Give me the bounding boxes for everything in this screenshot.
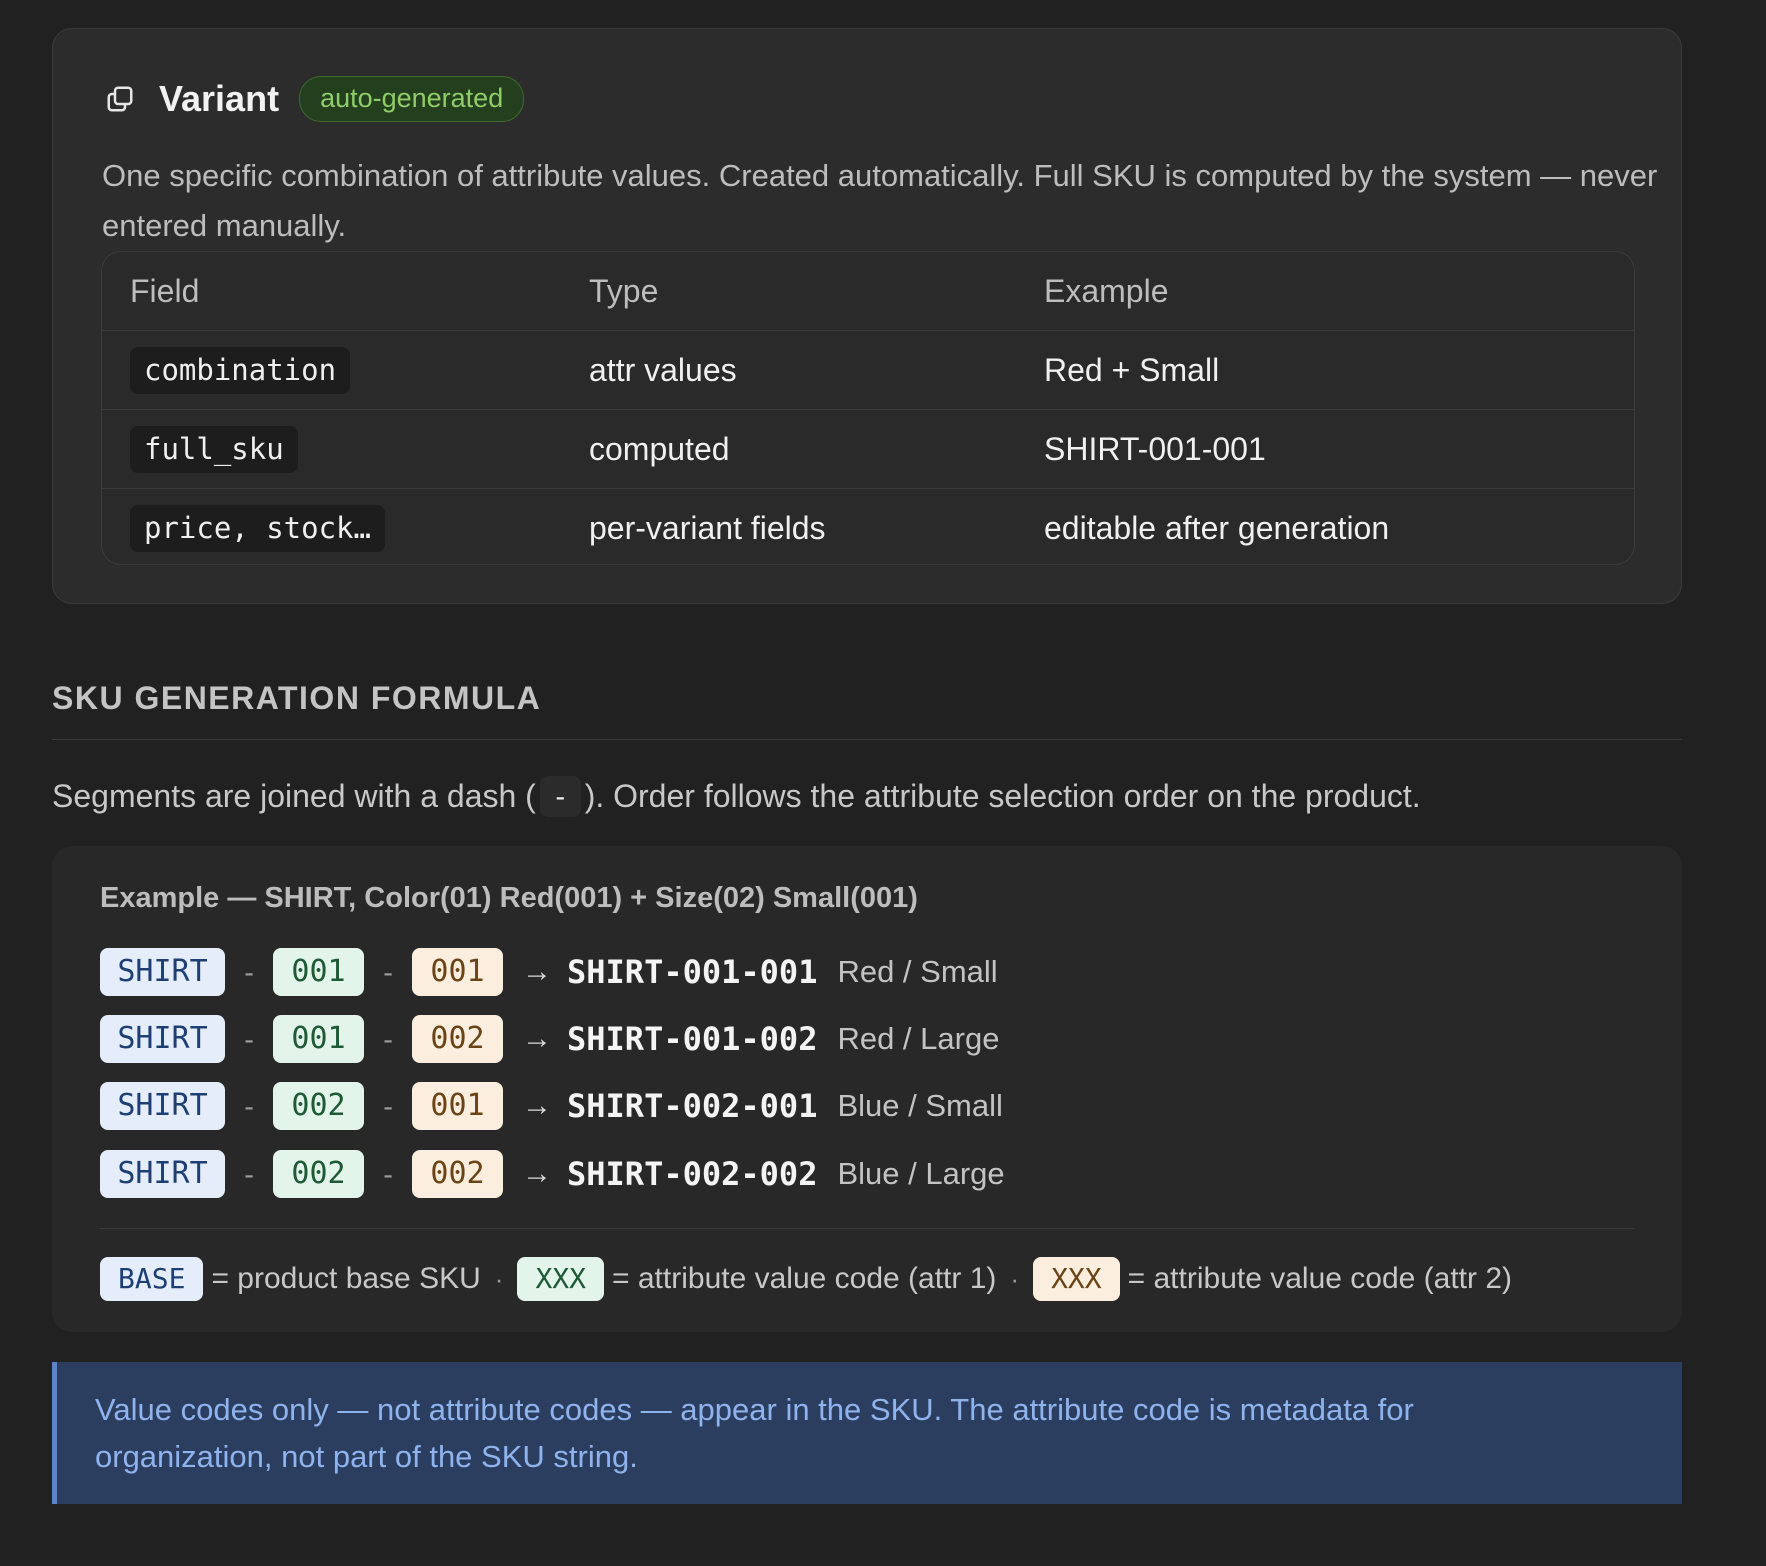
segment-separator: - — [379, 1157, 397, 1191]
example-divider — [100, 1228, 1634, 1229]
attr2-segment: 001 — [412, 948, 503, 996]
field-example: Red + Small — [1044, 351, 1220, 388]
arrow-right-icon: → — [522, 1157, 552, 1190]
attr1-segment: 001 — [273, 1015, 364, 1063]
segment-legend: BASE = product base SKU · XXX = attribut… — [100, 1256, 1512, 1302]
legend-attr2-text: = attribute value code (attr 2) — [1127, 1262, 1513, 1295]
table-header-row: Field Type Example — [102, 252, 1634, 331]
attr1-segment: 002 — [273, 1082, 364, 1130]
column-header-field: Field — [130, 272, 200, 309]
table-row: combination attr values Red + Small — [102, 331, 1634, 410]
section-divider — [52, 739, 1682, 740]
sku-example-box: Example — SHIRT, Color(01) Red(001) + Si… — [52, 846, 1682, 1332]
arrow-right-icon: → — [522, 1022, 552, 1055]
copy-icon — [105, 84, 135, 114]
segment-separator: - — [379, 955, 397, 989]
column-header-example: Example — [1044, 272, 1169, 309]
sku-example-row: SHIRT - 001 - 001 → SHIRT-001-001 Red / … — [100, 948, 998, 996]
arrow-right-icon: → — [522, 1089, 552, 1122]
legend-base-chip: BASE — [100, 1257, 204, 1301]
field-example: SHIRT-001-001 — [1044, 430, 1266, 467]
legend-separator: · — [1010, 1263, 1020, 1294]
formula-desc-start: Segments are joined with a dash ( — [52, 778, 536, 814]
sku-example-row: SHIRT - 001 - 002 → SHIRT-001-002 Red / … — [100, 1015, 999, 1063]
attr1-segment: 001 — [273, 948, 364, 996]
segment-separator: - — [240, 1157, 258, 1191]
variant-label: Blue / Large — [837, 1156, 1005, 1191]
variant-header: Variant auto-generated — [105, 69, 525, 129]
sku-result: SHIRT-002-002 — [567, 1155, 818, 1193]
example-title: Example — SHIRT, Color(01) Red(001) + Si… — [100, 882, 918, 914]
section-heading: SKU GENERATION FORMULA — [52, 680, 542, 716]
table-row: full_sku computed SHIRT-001-001 — [102, 410, 1634, 489]
info-callout: Value codes only — not attribute codes —… — [52, 1362, 1682, 1504]
variant-label: Blue / Small — [837, 1088, 1003, 1123]
variant-label: Red / Small — [837, 954, 998, 989]
formula-description: Segments are joined with a dash ( - ). O… — [52, 776, 1421, 817]
segment-separator: - — [379, 1022, 397, 1056]
formula-desc-end: ). Order follows the attribute selection… — [584, 778, 1421, 814]
legend-attr1-chip: XXX — [517, 1257, 605, 1301]
field-example: editable after generation — [1044, 509, 1390, 546]
sku-result: SHIRT-001-001 — [567, 953, 818, 991]
dash-code: - — [539, 776, 581, 817]
field-name: full_sku — [130, 425, 298, 473]
field-type: attr values — [589, 351, 737, 388]
legend-attr2-chip: XXX — [1033, 1257, 1120, 1301]
sku-example-row: SHIRT - 002 - 002 → SHIRT-002-002 Blue /… — [100, 1150, 1005, 1198]
sku-example-row: SHIRT - 002 - 001 → SHIRT-002-001 Blue /… — [100, 1082, 1003, 1130]
field-type: per-variant fields — [589, 509, 826, 546]
segment-separator: - — [240, 955, 258, 989]
legend-attr1-text: = attribute value code (attr 1) — [612, 1262, 997, 1295]
segment-separator: - — [240, 1022, 258, 1056]
attr2-segment: 001 — [412, 1082, 503, 1130]
segment-separator: - — [379, 1089, 397, 1123]
auto-generated-badge: auto-generated — [299, 76, 525, 122]
field-name: combination — [130, 346, 351, 394]
segment-separator: - — [240, 1089, 258, 1123]
sku-result: SHIRT-001-002 — [567, 1020, 818, 1058]
sku-result: SHIRT-002-001 — [567, 1087, 818, 1125]
arrow-right-icon: → — [522, 955, 552, 988]
column-header-type: Type — [589, 272, 659, 309]
attr2-segment: 002 — [412, 1015, 503, 1063]
callout-text: Value codes only — not attribute codes —… — [95, 1392, 1414, 1474]
base-segment: SHIRT — [100, 1082, 225, 1130]
variant-label: Red / Large — [837, 1021, 1000, 1056]
legend-separator: · — [494, 1263, 504, 1294]
variant-title: Variant — [159, 78, 280, 119]
legend-base-text: = product base SKU — [211, 1262, 481, 1295]
variant-fields-table: Field Type Example combination attr valu… — [101, 251, 1635, 565]
attr2-segment: 002 — [412, 1150, 503, 1198]
field-name: price, stock… — [130, 504, 385, 552]
table-row: price, stock… per-variant fields editabl… — [102, 489, 1634, 564]
base-segment: SHIRT — [100, 948, 225, 996]
variant-description: One specific combination of attribute va… — [102, 158, 1658, 243]
base-segment: SHIRT — [100, 1150, 225, 1198]
variant-card: Variant auto-generated One specific comb… — [52, 28, 1682, 604]
field-type: computed — [589, 430, 730, 467]
attr1-segment: 002 — [273, 1150, 364, 1198]
base-segment: SHIRT — [100, 1015, 225, 1063]
